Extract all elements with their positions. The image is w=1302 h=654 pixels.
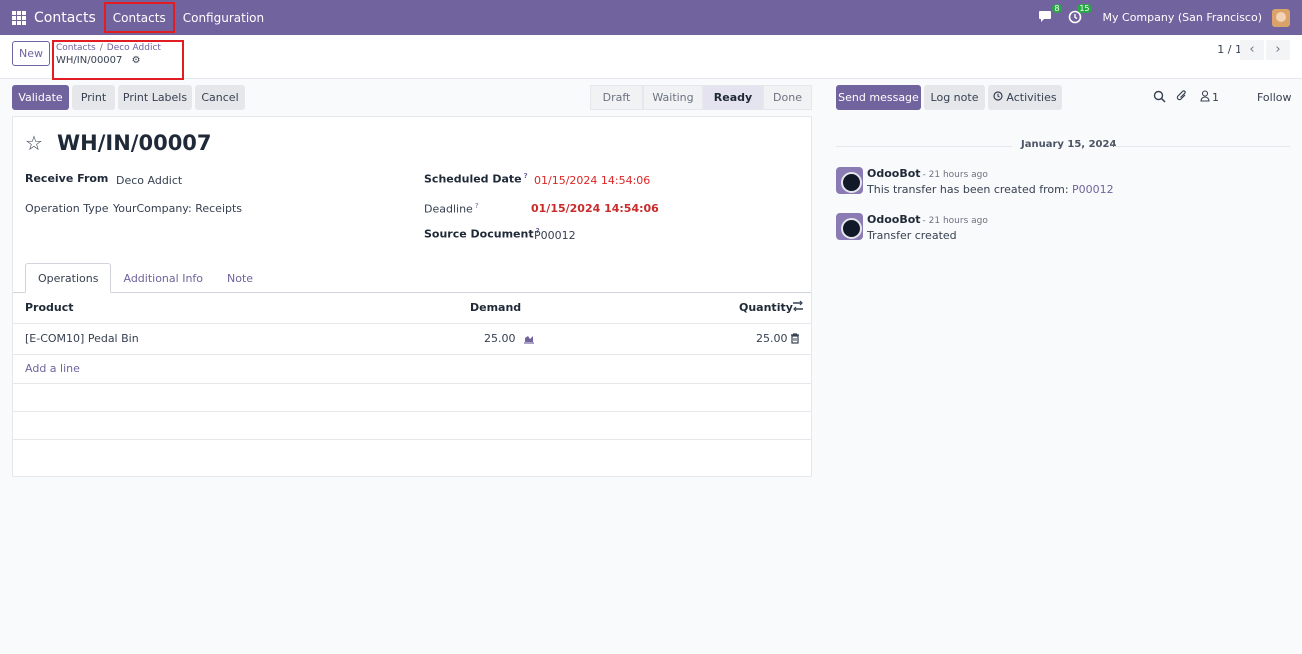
date-separator-label: January 15, 2024: [1021, 139, 1117, 150]
activities-count-badge: 15: [1077, 3, 1092, 13]
current-record-name: WH/IN/00007: [56, 55, 123, 66]
messages-icon[interactable]: 8: [1037, 3, 1062, 26]
source-document-label-text: Source Document: [424, 227, 534, 241]
pager-previous-icon[interactable]: ‹: [1240, 40, 1264, 60]
clock-icon: [993, 91, 1004, 104]
breadcrumb: Contacts / Deco Addict WH/IN/00007 ⚙: [52, 40, 184, 80]
record-title: WH/IN/00007: [57, 131, 212, 155]
date-separator: January 15, 2024: [836, 139, 1290, 153]
stage-draft[interactable]: Draft: [590, 85, 643, 110]
new-button[interactable]: New: [12, 41, 50, 66]
deadline-label: Deadline?: [424, 202, 479, 216]
star-icon[interactable]: ☆: [25, 131, 43, 155]
demand-column-header[interactable]: Demand: [470, 301, 521, 314]
source-document-field[interactable]: P00012: [534, 229, 576, 242]
message-body: This transfer has been created from: P00…: [867, 183, 1114, 196]
deadline-label-text: Deadline: [424, 202, 473, 216]
tab-operations[interactable]: Operations: [25, 263, 112, 293]
navbar-systray: 8 15 My Company (San Francisco): [1037, 0, 1302, 35]
operation-type-label: Operation Type: [25, 202, 109, 215]
follow-button[interactable]: Follow: [1257, 91, 1292, 104]
scheduled-date-label-text: Scheduled Date: [424, 172, 522, 186]
activities-clock-icon[interactable]: 15: [1067, 3, 1092, 26]
company-switcher[interactable]: My Company (San Francisco): [1103, 11, 1262, 24]
pager-value[interactable]: 1 / 1: [1217, 43, 1242, 56]
message-body: Transfer created: [867, 229, 957, 242]
tab-note[interactable]: Note: [215, 263, 265, 293]
stage-done[interactable]: Done: [763, 85, 812, 110]
stage-ready[interactable]: Ready: [703, 85, 763, 110]
message-link[interactable]: P00012: [1072, 183, 1114, 196]
apps-grid-icon[interactable]: [12, 10, 26, 25]
date-separator-line: [1114, 146, 1290, 147]
forecast-chart-icon[interactable]: [523, 333, 535, 347]
followers-button[interactable]: 1: [1200, 90, 1219, 105]
receive-from-label: Receive From: [25, 172, 109, 185]
user-avatar[interactable]: [1272, 8, 1290, 27]
search-icon[interactable]: [1153, 90, 1166, 106]
message-author: OdooBot - 21 hours ago: [867, 167, 988, 180]
notebook-tabs: Operations Additional Info Note: [25, 263, 265, 293]
send-message-button[interactable]: Send message: [836, 85, 921, 110]
print-labels-button[interactable]: Print Labels: [118, 85, 192, 110]
breadcrumb-deco-addict[interactable]: Deco Addict: [107, 43, 161, 53]
menu-configuration[interactable]: Configuration: [175, 3, 272, 32]
message-text: This transfer has been created from:: [867, 183, 1073, 196]
message-author: OdooBot - 21 hours ago: [867, 213, 988, 226]
avatar[interactable]: [836, 167, 863, 194]
tab-additional-info[interactable]: Additional Info: [111, 263, 215, 293]
demand-cell[interactable]: 25.00: [484, 332, 516, 345]
menu-contacts[interactable]: Contacts: [103, 2, 175, 33]
product-cell[interactable]: [E-COM10] Pedal Bin: [25, 332, 139, 345]
quantity-column-header[interactable]: Quantity: [739, 301, 793, 314]
breadcrumb-separator: /: [99, 43, 103, 53]
product-column-header[interactable]: Product: [25, 301, 74, 314]
optional-columns-icon[interactable]: [792, 300, 804, 315]
gear-icon[interactable]: ⚙: [132, 55, 141, 66]
add-line-link[interactable]: Add a line: [25, 362, 80, 375]
empty-row: [13, 440, 811, 477]
source-document-label: Source Document?: [424, 227, 540, 241]
status-bar: Draft Waiting Ready Done: [590, 85, 812, 110]
user-icon: [1200, 90, 1210, 105]
messages-count-badge: 8: [1052, 3, 1062, 13]
add-line-row: Add a line: [13, 355, 811, 384]
followers-count: 1: [1212, 91, 1219, 104]
app-name[interactable]: Contacts: [34, 10, 96, 26]
top-navbar: Contacts Contacts Configuration 8 15 My …: [0, 0, 1302, 35]
author-name[interactable]: OdooBot: [867, 213, 921, 226]
validate-button[interactable]: Validate: [12, 85, 69, 110]
control-panel: New Contacts / Deco Addict WH/IN/00007 ⚙ 1…: [0, 35, 1302, 80]
scheduled-date-label: Scheduled Date?: [424, 172, 528, 186]
stage-waiting[interactable]: Waiting: [643, 85, 703, 110]
pager-next-icon[interactable]: ›: [1266, 40, 1290, 60]
message-time: - 21 hours ago: [922, 170, 988, 180]
activities-label: Activities: [1006, 91, 1057, 104]
activities-button[interactable]: Activities: [988, 85, 1062, 110]
table-header: Product Demand Quantity: [13, 293, 811, 324]
print-button[interactable]: Print: [72, 85, 115, 110]
receive-from-field[interactable]: Deco Addict: [116, 174, 182, 187]
scheduled-date-help-icon[interactable]: ?: [524, 172, 528, 180]
quantity-cell[interactable]: 25.00: [756, 332, 788, 345]
author-name[interactable]: OdooBot: [867, 167, 921, 180]
date-separator-line: [836, 146, 1012, 147]
breadcrumb-trail: Contacts / Deco Addict: [56, 43, 161, 53]
log-note-button[interactable]: Log note: [924, 85, 985, 110]
empty-row: [13, 412, 811, 440]
empty-row: [13, 384, 811, 412]
message-time: - 21 hours ago: [922, 216, 988, 226]
form-sheet: ☆ WH/IN/00007 Receive From Deco Addict O…: [12, 116, 812, 477]
table-row[interactable]: [E-COM10] Pedal Bin 25.00 25.00: [13, 324, 811, 355]
deadline-help-icon[interactable]: ?: [475, 202, 479, 210]
avatar[interactable]: [836, 213, 863, 240]
trash-icon[interactable]: [790, 333, 800, 347]
breadcrumb-contacts[interactable]: Contacts: [56, 43, 96, 53]
operation-type-field[interactable]: YourCompany: Receipts: [113, 202, 242, 215]
paperclip-icon[interactable]: [1176, 90, 1188, 106]
breadcrumb-current: WH/IN/00007 ⚙: [56, 55, 141, 66]
scheduled-date-field[interactable]: 01/15/2024 14:54:06: [534, 174, 650, 187]
cancel-button[interactable]: Cancel: [195, 85, 245, 110]
deadline-field[interactable]: 01/15/2024 14:54:06: [531, 202, 659, 215]
